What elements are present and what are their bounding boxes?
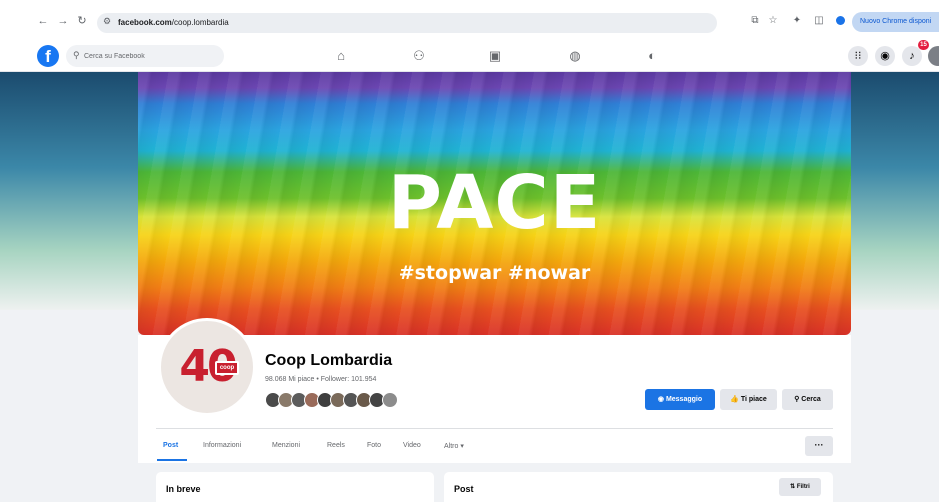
filters-button[interactable]: ⇅ Filtri bbox=[779, 478, 821, 496]
logo-forty: 40 bbox=[179, 341, 237, 392]
active-tab-indicator bbox=[157, 459, 187, 461]
tab-post[interactable]: Post bbox=[163, 442, 178, 449]
like-button-label: Ti piace bbox=[740, 396, 767, 403]
like-button[interactable]: 👍 Ti piace bbox=[720, 389, 777, 410]
message-button-label: Messaggio bbox=[665, 396, 703, 403]
friends-icon[interactable]: ⚇ bbox=[409, 48, 429, 64]
reload-icon[interactable]: ↻ bbox=[75, 14, 89, 28]
intro-card-title: In breve bbox=[166, 484, 201, 494]
search-button-label: Cerca bbox=[801, 396, 821, 403]
site-settings-icon[interactable]: ⚙ bbox=[103, 16, 111, 27]
gaming-icon[interactable]: ◐ bbox=[642, 48, 662, 64]
forward-arrow-icon[interactable]: → bbox=[56, 14, 70, 28]
tab-informazioni[interactable]: Informazioni bbox=[203, 442, 241, 449]
profile-icon[interactable] bbox=[836, 16, 845, 25]
tab-menzioni[interactable]: Menzioni bbox=[272, 442, 300, 449]
home-icon[interactable]: ⌂ bbox=[331, 48, 351, 64]
cover-photo[interactable]: PACE #stopwar #nowar bbox=[138, 72, 851, 335]
browser-toolbar: ← → ↻ ⚙ facebook.com/coop.lombardia ⧉ ☆ … bbox=[0, 0, 939, 40]
extension-icon[interactable]: ✦ bbox=[790, 15, 804, 27]
facebook-top-nav: f ⚲ ⌂ ⚇ ▣ ◍ ◐ ⁝⁝ ◉ ♪ bbox=[0, 40, 939, 72]
search-icon: ⚲ bbox=[73, 50, 80, 60]
profile-picture[interactable]: 40 coop bbox=[158, 318, 256, 416]
more-options-button[interactable]: ··· bbox=[805, 436, 833, 456]
facebook-search-box[interactable]: ⚲ bbox=[66, 45, 224, 67]
page-title: Coop Lombardia bbox=[265, 352, 393, 369]
install-app-icon[interactable]: ⧉ bbox=[748, 15, 762, 27]
filters-button-label: Filtri bbox=[796, 484, 810, 490]
back-arrow-icon[interactable]: ← bbox=[36, 14, 50, 28]
messenger-icon: ◉ bbox=[657, 396, 666, 403]
facebook-logo-icon[interactable]: f bbox=[37, 45, 59, 67]
page-search-button[interactable]: ⚲ Cerca bbox=[782, 389, 833, 410]
cover-title: PACE bbox=[387, 160, 602, 246]
menu-grid-icon[interactable]: ⁝⁝ bbox=[848, 46, 868, 66]
watch-icon[interactable]: ▣ bbox=[485, 48, 505, 64]
posts-card: Post ⇅ Filtri bbox=[444, 472, 833, 502]
url-text: facebook.com/coop.lombardia bbox=[118, 18, 229, 27]
coop-logo-badge: coop bbox=[215, 361, 239, 375]
bookmark-star-icon[interactable]: ☆ bbox=[766, 15, 780, 27]
thumbs-up-icon: 👍 bbox=[730, 396, 741, 403]
search-input[interactable] bbox=[84, 48, 214, 64]
page-stats: 98.068 Mi piace • Follower: 101.954 bbox=[265, 376, 377, 383]
chrome-update-button[interactable]: Nuovo Chrome disponi bbox=[852, 12, 939, 32]
message-button[interactable]: ◉ Messaggio bbox=[645, 389, 715, 410]
tab-foto[interactable]: Foto bbox=[367, 442, 381, 449]
tab-video[interactable]: Video bbox=[403, 442, 421, 449]
address-bar[interactable]: ⚙ facebook.com/coop.lombardia bbox=[97, 13, 717, 33]
tab-reels[interactable]: Reels bbox=[327, 442, 345, 449]
posts-card-title: Post bbox=[454, 484, 474, 494]
friend-avatar[interactable] bbox=[382, 392, 398, 408]
tab-altro[interactable]: Altro ▾ bbox=[444, 442, 464, 450]
intro-card: In breve bbox=[156, 472, 434, 502]
filter-icon: ⇅ bbox=[790, 484, 797, 490]
groups-icon[interactable]: ◍ bbox=[565, 48, 585, 64]
tabs-divider bbox=[156, 428, 833, 429]
notification-badge: 15 bbox=[918, 40, 929, 50]
side-panel-icon[interactable]: ◫ bbox=[812, 15, 826, 27]
cover-hashtags: #stopwar #nowar bbox=[398, 262, 591, 284]
messenger-icon[interactable]: ◉ bbox=[875, 46, 895, 66]
